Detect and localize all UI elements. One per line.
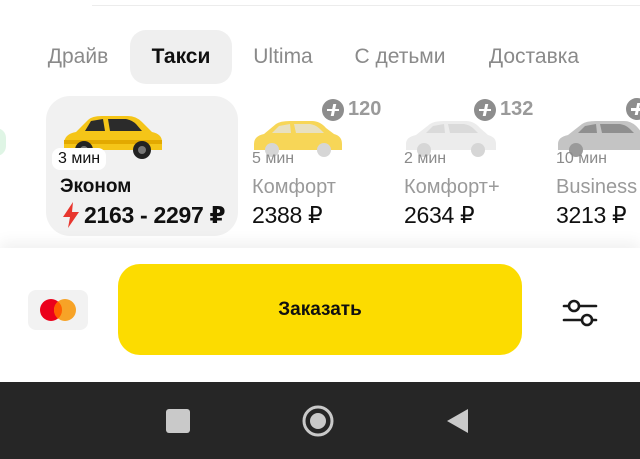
tariff-price: 3213 ₽ [556,202,627,228]
eta-label: 5 мин [252,150,295,167]
payment-method-button[interactable] [28,290,88,330]
home-circle-icon[interactable] [301,404,335,438]
service-tabs: Драйв Такси Ultima С детьми Доставка [0,30,640,86]
tariff-price: 2634 ₽ [404,202,475,228]
tab-ultima[interactable]: Ultima [244,30,322,84]
tab-kids[interactable]: С детьми [346,30,454,84]
eta-label: 10 мин [556,150,608,167]
tariff-price: 2388 ₽ [252,202,323,228]
order-panel: Заказать [0,248,640,382]
filter-sliders-icon[interactable] [560,292,600,332]
tariff-price: 2163 - 2297 ₽ [84,202,226,228]
tab-delivery[interactable]: Доставка [478,30,590,84]
tariff-name: Эконом [60,176,132,197]
tariff-card-comfort-plus[interactable]: 132 2 мин Комфорт+ 2634 ₽ [400,96,548,236]
edge-indicator [0,128,6,156]
lightning-icon [63,202,79,228]
mastercard-icon [40,299,76,321]
eta-label: 2 мин [404,150,447,167]
tariff-name: Комфорт+ [404,176,500,198]
bonus-value: 120 [348,98,382,120]
tab-drive[interactable]: Драйв [34,30,122,84]
system-nav-bar [0,382,640,459]
eta-badge: 3 мин [52,148,107,170]
tab-taxi[interactable]: Такси [130,30,232,84]
top-divider [92,0,640,6]
tariff-name: Business [556,176,638,198]
tariff-card-business[interactable]: 10 мин Business 3213 ₽ [552,96,640,236]
order-button[interactable]: Заказать [118,264,522,355]
tariff-card-econom[interactable]: 3 мин Эконом 2163 - 2297 ₽ [46,96,238,236]
bonus-value: 132 [500,98,534,120]
tariff-name: Комфорт [252,176,336,198]
tariff-card-comfort[interactable]: 120 5 мин Комфорт 2388 ₽ [248,96,396,236]
recents-square-icon[interactable] [161,404,195,438]
back-triangle-icon[interactable] [441,404,475,438]
